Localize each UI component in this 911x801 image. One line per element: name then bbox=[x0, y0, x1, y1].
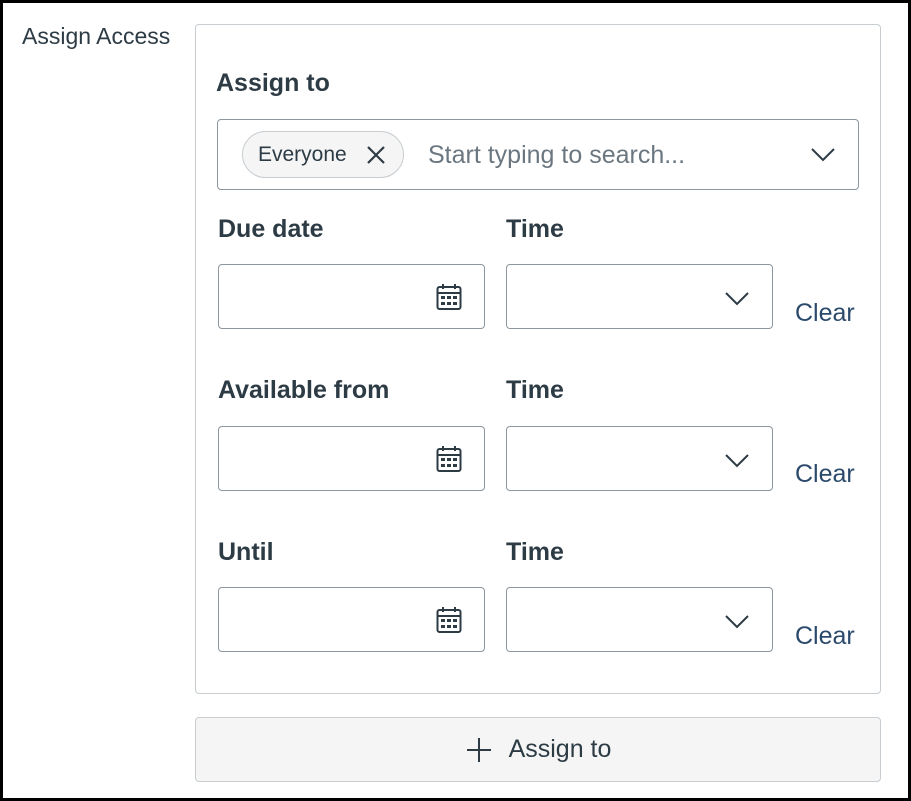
chevron-down-icon[interactable] bbox=[724, 289, 750, 307]
due-date-label: Due date bbox=[218, 215, 324, 243]
calendar-icon[interactable] bbox=[436, 606, 462, 634]
add-assign-to-button[interactable]: Assign to bbox=[195, 717, 881, 782]
due-time-select[interactable] bbox=[506, 264, 773, 329]
close-icon[interactable] bbox=[365, 144, 387, 166]
assign-to-heading: Assign to bbox=[216, 69, 330, 97]
until-time-select[interactable] bbox=[506, 587, 773, 652]
until-label: Until bbox=[218, 538, 274, 566]
clear-until-link[interactable]: Clear bbox=[795, 622, 855, 651]
everyone-chip[interactable]: Everyone bbox=[242, 131, 404, 178]
assign-to-combobox[interactable]: Everyone bbox=[217, 119, 859, 190]
available-from-time-label: Time bbox=[506, 376, 564, 404]
clear-available-from-link[interactable]: Clear bbox=[795, 460, 855, 489]
due-date-input[interactable] bbox=[218, 264, 485, 329]
due-time-label: Time bbox=[506, 215, 564, 243]
chip-label: Everyone bbox=[258, 142, 347, 166]
clear-due-date-link[interactable]: Clear bbox=[795, 299, 855, 328]
assign-search-input[interactable] bbox=[428, 138, 788, 172]
until-time-label: Time bbox=[506, 538, 564, 566]
chevron-down-icon[interactable] bbox=[724, 451, 750, 469]
plus-icon bbox=[466, 737, 491, 762]
calendar-icon[interactable] bbox=[436, 445, 462, 473]
available-from-date-input[interactable] bbox=[218, 426, 485, 491]
chevron-down-icon[interactable] bbox=[724, 612, 750, 630]
section-label: Assign Access bbox=[22, 23, 171, 49]
available-from-time-select[interactable] bbox=[506, 426, 773, 491]
add-assign-to-label: Assign to bbox=[508, 735, 612, 763]
assign-access-panel: Assign Access Assign to Everyone Due dat… bbox=[0, 0, 911, 801]
available-from-label: Available from bbox=[218, 376, 390, 404]
chevron-down-icon[interactable] bbox=[810, 144, 836, 164]
until-date-input[interactable] bbox=[218, 587, 485, 652]
calendar-icon[interactable] bbox=[436, 283, 462, 311]
